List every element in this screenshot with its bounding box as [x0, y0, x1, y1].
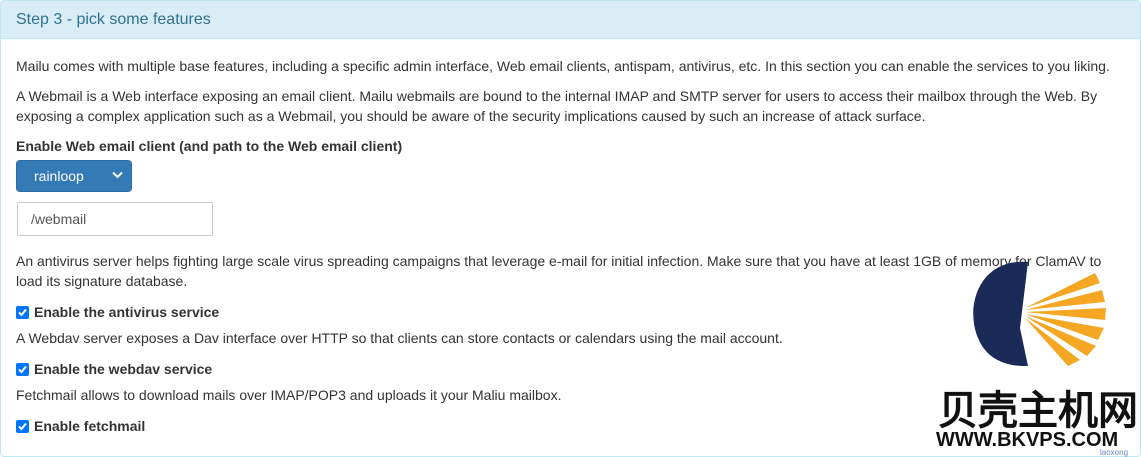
- watermark-name: 贝壳主机网: [938, 388, 1138, 434]
- antivirus-option[interactable]: Enable the antivirus service: [16, 302, 219, 322]
- watermark-url: WWW.BKVPS.COM: [936, 429, 1118, 451]
- fan-icon: [1025, 273, 1106, 366]
- webmail-select-value: rainloop: [34, 168, 84, 184]
- intro-text: Mailu comes with multiple base features,…: [16, 58, 1110, 74]
- checkmark-icon: [18, 365, 27, 373]
- fetchmail-label: Enable fetchmail: [34, 418, 146, 434]
- fetchmail-checkbox[interactable]: [16, 419, 29, 433]
- panel-title: Step 3 - pick some features: [1, 1, 1140, 39]
- fetchmail-description: Fetchmail allows to download mails over …: [16, 387, 562, 403]
- checkmark-icon: [18, 308, 27, 316]
- chevron-down-icon: [112, 171, 123, 179]
- watermark-logo: 贝壳主机网 WWW.BKVPS.COM laoxong: [936, 261, 1138, 457]
- watermark-small: laoxong: [1100, 448, 1128, 457]
- webdav-option[interactable]: Enable the webdav service: [16, 359, 212, 379]
- webmail-description: A Webmail is a Web interface exposing an…: [16, 88, 1098, 124]
- webmail-path-input[interactable]: [17, 202, 213, 236]
- webmail-label: Enable Web email client (and path to the…: [16, 138, 403, 154]
- antivirus-label: Enable the antivirus service: [34, 304, 220, 320]
- webdav-label: Enable the webdav service: [34, 361, 213, 377]
- webdav-checkbox[interactable]: [16, 362, 29, 376]
- antivirus-checkbox[interactable]: [16, 305, 29, 319]
- webdav-description: A Webdav server exposes a Dav interface …: [16, 330, 783, 346]
- webmail-select[interactable]: rainloop: [16, 160, 132, 192]
- fetchmail-option[interactable]: Enable fetchmail: [16, 416, 145, 436]
- shell-icon: [973, 261, 1028, 367]
- checkmark-icon: [18, 422, 27, 430]
